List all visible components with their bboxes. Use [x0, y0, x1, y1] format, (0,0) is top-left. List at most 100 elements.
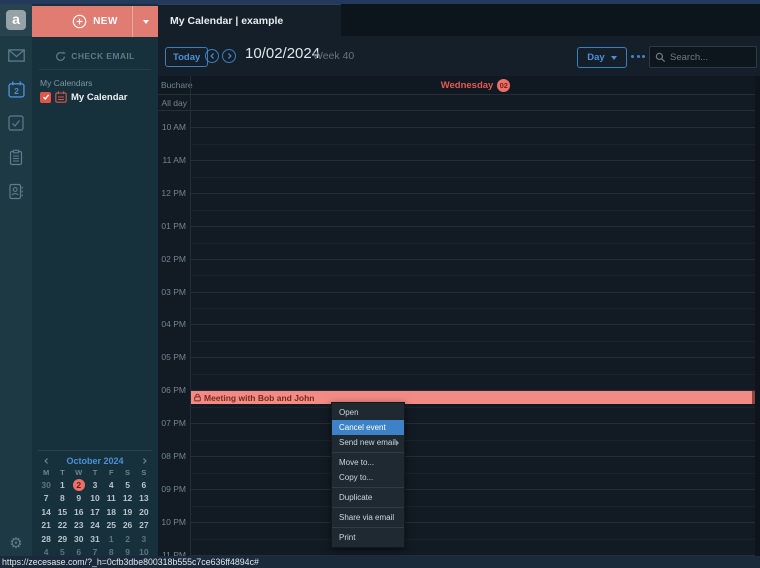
- next-day-button[interactable]: [222, 49, 236, 63]
- chevron-down-icon: [611, 56, 617, 60]
- today-button[interactable]: Today: [165, 47, 208, 67]
- left-panel: NEW CHECK EMAIL My Calendars My Calendar: [32, 4, 158, 556]
- sidebar-item-mail[interactable]: [0, 40, 32, 70]
- mini-day-cell[interactable]: 2: [71, 479, 87, 492]
- plus-circle-icon: [72, 14, 87, 29]
- half-hour-line: [190, 275, 760, 276]
- mini-day-cell[interactable]: 28: [38, 533, 54, 546]
- mini-day-cell[interactable]: 1: [54, 479, 70, 492]
- mini-calendar-header: October 2024: [38, 454, 152, 467]
- mini-next-button[interactable]: [136, 457, 152, 465]
- mini-day-cell[interactable]: 21: [38, 519, 54, 532]
- half-hour-line: [190, 440, 760, 441]
- mini-day-cell[interactable]: 15: [54, 506, 70, 519]
- menu-item-move-to[interactable]: Move to...: [332, 455, 404, 470]
- more-actions-button[interactable]: [631, 55, 645, 58]
- weekday-label[interactable]: Wednesday: [441, 80, 494, 91]
- tab-my-calendar[interactable]: My Calendar | example: [158, 4, 341, 36]
- mini-day-cell[interactable]: 17: [87, 506, 103, 519]
- mini-day-cell[interactable]: 3: [87, 479, 103, 492]
- mini-day-cell[interactable]: 11: [103, 492, 119, 505]
- menu-item-open[interactable]: Open: [332, 405, 404, 420]
- mini-day-cell[interactable]: 25: [103, 519, 119, 532]
- mini-day-cell[interactable]: 27: [136, 519, 152, 532]
- mini-day-cell[interactable]: 20: [136, 506, 152, 519]
- check-email-button[interactable]: CHECK EMAIL: [32, 48, 158, 64]
- mini-day-cell[interactable]: 23: [71, 519, 87, 532]
- chevron-left-icon: [43, 457, 50, 465]
- menu-item-send-new-email[interactable]: Send new email: [332, 435, 404, 450]
- mini-prev-button[interactable]: [38, 457, 54, 465]
- mini-day-cell[interactable]: 26: [119, 519, 135, 532]
- mini-day-cell[interactable]: 30: [38, 479, 54, 492]
- mini-month-label[interactable]: October 2024: [54, 456, 136, 466]
- sidebar-item-calendar[interactable]: 2: [0, 74, 32, 104]
- mini-day-cell[interactable]: 3: [136, 533, 152, 546]
- hour-row[interactable]: [190, 357, 760, 390]
- hour-row[interactable]: [190, 489, 760, 522]
- app-logo[interactable]: a: [0, 4, 32, 36]
- check-email-label: CHECK EMAIL: [71, 51, 134, 61]
- hour-row[interactable]: [190, 226, 760, 259]
- calendar-checkbox[interactable]: [40, 92, 51, 103]
- mini-day-cell[interactable]: 16: [71, 506, 87, 519]
- calendar-list-item[interactable]: My Calendar: [40, 91, 128, 103]
- menu-item-cancel-event[interactable]: Cancel event: [332, 420, 404, 435]
- mini-day-cell[interactable]: 4: [103, 479, 119, 492]
- calendar-view: Buchare Wednesday 02 All day Meeting wit…: [158, 76, 760, 556]
- mini-day-cell[interactable]: 18: [103, 506, 119, 519]
- allday-label: All day: [158, 98, 187, 108]
- time-label: 11 AM: [158, 155, 186, 165]
- search-input[interactable]: [670, 52, 751, 63]
- settings-gear-icon[interactable]: ⚙: [0, 534, 32, 552]
- sidebar-item-tasks[interactable]: [0, 108, 32, 138]
- half-hour-line: [190, 407, 760, 408]
- mini-day-cell[interactable]: 8: [54, 492, 70, 505]
- sidebar-item-notes[interactable]: [0, 142, 32, 172]
- hour-row[interactable]: [190, 423, 760, 456]
- sidebar-item-contacts[interactable]: [0, 176, 32, 206]
- scrollbar-track[interactable]: [755, 76, 760, 556]
- hour-row[interactable]: [190, 160, 760, 193]
- mini-day-cell[interactable]: 29: [54, 533, 70, 546]
- mini-day-cell[interactable]: 5: [119, 479, 135, 492]
- day-number-badge[interactable]: 02: [497, 79, 510, 92]
- mini-day-cell[interactable]: 1: [103, 533, 119, 546]
- allday-cell[interactable]: [190, 95, 760, 110]
- envelope-icon: [8, 49, 25, 62]
- mini-day-cell[interactable]: 7: [38, 492, 54, 505]
- new-dropdown-button[interactable]: [132, 6, 158, 37]
- mini-day-cell[interactable]: 19: [119, 506, 135, 519]
- mini-day-cell[interactable]: 14: [38, 506, 54, 519]
- hour-row[interactable]: [190, 324, 760, 357]
- mini-day-cell[interactable]: 24: [87, 519, 103, 532]
- panel-divider: [39, 69, 151, 70]
- mini-day-cell[interactable]: 2: [119, 533, 135, 546]
- chevron-down-icon: [143, 20, 149, 24]
- hour-row[interactable]: [190, 259, 760, 292]
- mini-day-cell[interactable]: 6: [136, 479, 152, 492]
- hour-row[interactable]: [190, 292, 760, 325]
- mini-dow-label: S: [136, 467, 152, 479]
- menu-item-copy-to[interactable]: Copy to...: [332, 470, 404, 485]
- menu-item-print[interactable]: Print: [332, 530, 404, 545]
- new-button[interactable]: NEW: [32, 6, 158, 37]
- menu-item-share-via-email[interactable]: Share via email: [332, 510, 404, 525]
- mini-day-cell[interactable]: 30: [71, 533, 87, 546]
- mini-day-cell[interactable]: 10: [87, 492, 103, 505]
- prev-day-button[interactable]: [205, 49, 219, 63]
- mini-day-cell[interactable]: 13: [136, 492, 152, 505]
- mini-day-cell[interactable]: 9: [71, 492, 87, 505]
- event-meeting[interactable]: Meeting with Bob and John: [191, 391, 755, 404]
- hour-row[interactable]: [190, 127, 760, 160]
- mini-day-cell[interactable]: 12: [119, 492, 135, 505]
- hour-row[interactable]: [190, 193, 760, 226]
- view-dropdown[interactable]: Day: [577, 47, 627, 68]
- search-icon: [655, 52, 666, 63]
- hour-row[interactable]: [190, 456, 760, 489]
- mini-day-cell[interactable]: 31: [87, 533, 103, 546]
- mini-day-cell[interactable]: 22: [54, 519, 70, 532]
- calendar-color-icon: [55, 91, 67, 103]
- menu-item-duplicate[interactable]: Duplicate: [332, 490, 404, 505]
- hour-row[interactable]: [190, 522, 760, 555]
